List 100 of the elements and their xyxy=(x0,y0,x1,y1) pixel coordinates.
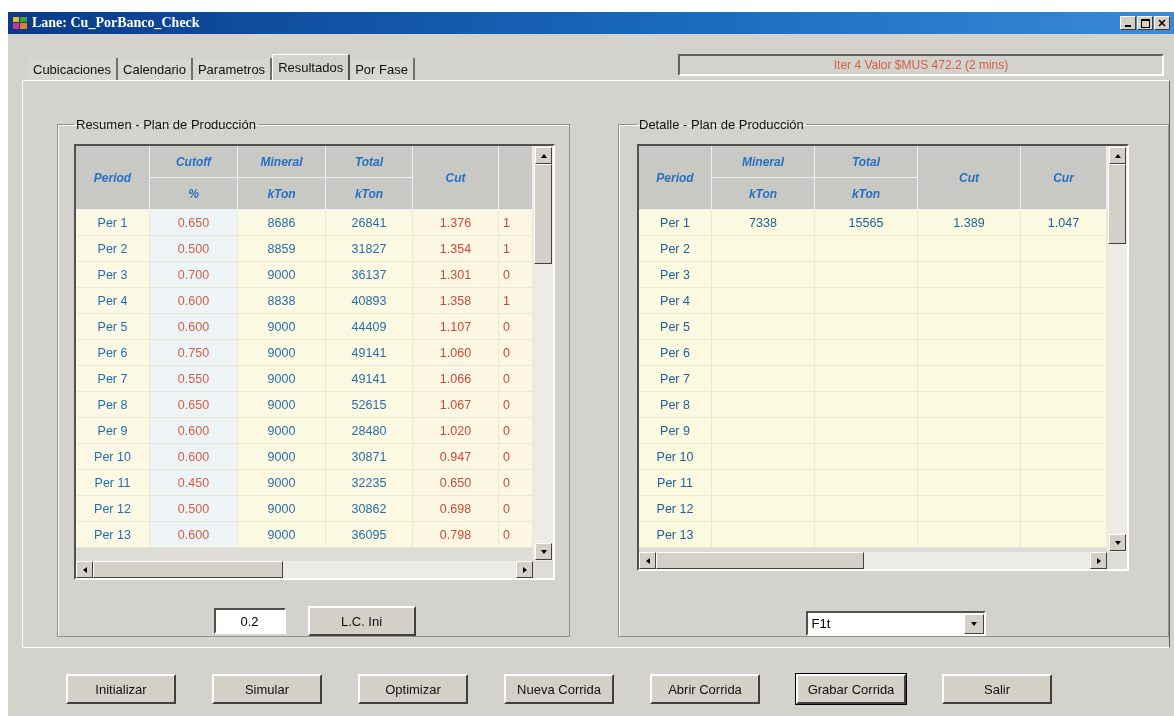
maximize-icon xyxy=(1140,18,1150,28)
table-cell: 0.500 xyxy=(150,496,238,522)
table-cell: 49141 xyxy=(326,340,413,366)
scroll-left-button[interactable] xyxy=(76,561,93,578)
column-header: Total xyxy=(815,146,918,178)
scroll-up-button[interactable] xyxy=(535,147,552,164)
table-cell: 9000 xyxy=(238,418,326,444)
table-cell: 0 xyxy=(499,522,533,548)
column-header: Period xyxy=(76,146,150,210)
table-cell: Per 12 xyxy=(639,496,712,522)
action-button[interactable]: Initializar xyxy=(66,674,176,704)
table-cell: 36095 xyxy=(326,522,413,548)
table-cell: Per 1 xyxy=(639,210,712,236)
status-text: Iter 4 Valor $MUS 472.2 (2 mins) xyxy=(678,54,1164,76)
scrollbar-thumb[interactable] xyxy=(656,552,864,570)
table-cell: 0 xyxy=(499,496,533,522)
action-button[interactable]: Optimizar xyxy=(358,674,468,704)
unit-header: kTon xyxy=(815,178,918,210)
action-button[interactable]: Simular xyxy=(212,674,322,704)
table-cell: 1.067 xyxy=(413,392,499,418)
table-cell: 0.550 xyxy=(150,366,238,392)
table-cell: 0 xyxy=(499,340,533,366)
tab[interactable]: Resultados xyxy=(272,54,351,80)
table-cell: Per 10 xyxy=(639,444,712,470)
arrow-down-icon xyxy=(969,619,978,628)
table-cell: 0.650 xyxy=(150,392,238,418)
action-button[interactable]: Nueva Corrida xyxy=(504,674,614,704)
group-title: Detalle - Plan de Producción xyxy=(638,117,805,132)
arrow-right-icon xyxy=(520,565,529,574)
column-header: Mineral xyxy=(712,146,815,178)
table-cell: Per 11 xyxy=(639,470,712,496)
arrow-right-icon xyxy=(1094,556,1103,565)
table-cell: 0 xyxy=(499,470,533,496)
dropdown[interactable]: F1t xyxy=(805,611,986,636)
app-icon xyxy=(12,16,28,30)
table-cell: 0.700 xyxy=(150,262,238,288)
scroll-up-button[interactable] xyxy=(1109,147,1126,164)
table-cell: 9000 xyxy=(238,314,326,340)
table-cell: 1 xyxy=(499,210,533,236)
table-cell: 0.600 xyxy=(150,314,238,340)
tab[interactable]: Parametros xyxy=(192,58,273,80)
column-header: Cut xyxy=(413,146,499,210)
table-cell: 1.358 xyxy=(413,288,499,314)
scrollbar-thumb[interactable] xyxy=(93,561,283,578)
table-cell: 0.798 xyxy=(413,522,499,548)
action-button[interactable]: Grabar Corrida xyxy=(796,674,906,704)
scrollbar-thumb[interactable] xyxy=(534,164,552,264)
tab[interactable]: Por Fase xyxy=(350,58,415,80)
table-cell: 52615 xyxy=(326,392,413,418)
table-cell: Per 9 xyxy=(76,418,150,444)
close-button[interactable] xyxy=(1154,16,1170,30)
table-cell: 8838 xyxy=(238,288,326,314)
scrollbar-thumb[interactable] xyxy=(1108,164,1126,244)
table-cell: 9000 xyxy=(238,262,326,288)
table-cell: 0 xyxy=(499,366,533,392)
table-cell: 32235 xyxy=(326,470,413,496)
column-header: Cut xyxy=(918,146,1021,210)
table-cell: 9000 xyxy=(238,340,326,366)
table-cell: 1.389 xyxy=(918,210,1021,236)
table-cell: 1.060 xyxy=(413,340,499,366)
scroll-right-button[interactable] xyxy=(1090,552,1107,570)
lc-ini-button[interactable]: L.C. Ini xyxy=(307,606,416,636)
table-cell: 0 xyxy=(499,444,533,470)
scroll-down-button[interactable] xyxy=(1109,534,1126,552)
unit-header: kTon xyxy=(712,178,815,210)
column-header: Mineral xyxy=(238,146,326,178)
table-cell: 30862 xyxy=(326,496,413,522)
table-cell: 9000 xyxy=(238,470,326,496)
table-cell: Per 3 xyxy=(76,262,150,288)
action-button[interactable]: Abrir Corrida xyxy=(650,674,760,704)
table-cell: 1 xyxy=(499,236,533,262)
column-header: Total xyxy=(326,146,413,178)
scroll-down-button[interactable] xyxy=(535,543,552,560)
table-cell: Per 7 xyxy=(76,366,150,392)
input-field[interactable]: 0.2 xyxy=(213,608,286,634)
scroll-left-button[interactable] xyxy=(639,552,656,570)
table-cell: 1.354 xyxy=(413,236,499,262)
table-cell: Per 8 xyxy=(639,392,712,418)
table-cell: 15565 xyxy=(815,210,918,236)
table-cell: 0 xyxy=(499,418,533,444)
table-cell: Per 6 xyxy=(639,340,712,366)
table-cell: 1.301 xyxy=(413,262,499,288)
minimize-button[interactable] xyxy=(1120,16,1136,30)
unit-header: % xyxy=(150,178,238,210)
maximize-button[interactable] xyxy=(1137,16,1153,30)
window-title: Lane: Cu_PorBanco_Check xyxy=(32,15,200,31)
column-header: Period xyxy=(639,146,712,210)
table-cell: 28480 xyxy=(326,418,413,444)
tab[interactable]: Cubicaciones xyxy=(28,58,119,80)
table-cell: 0 xyxy=(499,392,533,418)
table-cell: 8686 xyxy=(238,210,326,236)
table-cell: Per 1 xyxy=(76,210,150,236)
table-cell: Per 9 xyxy=(639,418,712,444)
table-cell: 9000 xyxy=(238,366,326,392)
action-button[interactable]: Salir xyxy=(942,674,1052,704)
table-cell: Per 5 xyxy=(76,314,150,340)
table-cell: 49141 xyxy=(326,366,413,392)
column-header: Cur xyxy=(1021,146,1107,210)
scroll-right-button[interactable] xyxy=(516,561,533,578)
tab[interactable]: Calendario xyxy=(118,58,193,80)
